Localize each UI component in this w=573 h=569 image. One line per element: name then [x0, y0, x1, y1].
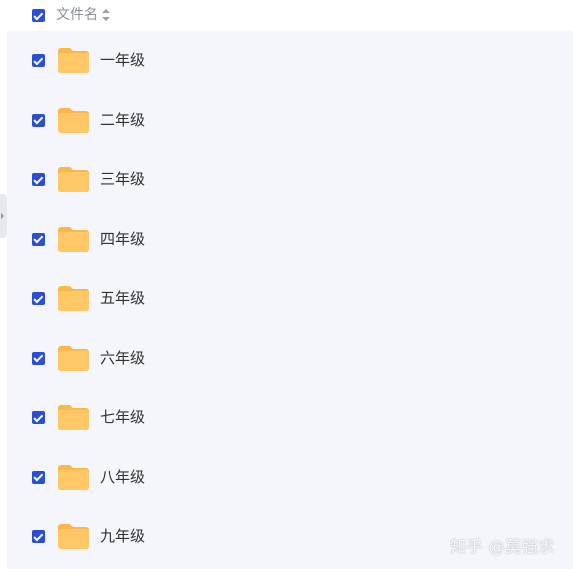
file-name[interactable]: 五年级 [100, 288, 145, 308]
name-column-label: 文件名 [56, 7, 98, 23]
collapse-sidebar-handle[interactable] [0, 194, 7, 238]
row-checkbox[interactable] [32, 530, 45, 543]
list-header: 文件名 [0, 0, 573, 30]
file-list: 一年级 二年级 三年级 四年级 五年级 六年级 七年级 八年级 九年级 [7, 31, 573, 569]
file-name[interactable]: 二年级 [100, 110, 145, 130]
watermark-text: 知乎 @莫强求 [450, 537, 555, 556]
row-checkbox[interactable] [32, 113, 45, 127]
folder-icon [58, 226, 89, 252]
file-name[interactable]: 八年级 [100, 467, 145, 487]
folder-icon [58, 405, 89, 430]
row-checkbox[interactable] [32, 232, 45, 246]
list-item[interactable]: 七年级 [7, 395, 573, 439]
file-browser: 文件名 一年级 二年级 三年级 四年级 五年级 六年级 七年级 八年级 九年级 … [0, 0, 573, 569]
row-checkbox[interactable] [32, 292, 45, 305]
file-name[interactable]: 七年级 [100, 407, 145, 427]
list-item[interactable]: 三年级 [7, 157, 573, 201]
row-checkbox[interactable] [32, 470, 45, 484]
name-column-header[interactable]: 文件名 [56, 6, 110, 24]
list-item[interactable]: 一年级 [7, 38, 573, 82]
folder-icon [58, 286, 89, 311]
row-checkbox[interactable] [32, 54, 45, 67]
file-name[interactable]: 三年级 [100, 169, 145, 189]
folder-icon [58, 107, 89, 133]
file-name[interactable]: 四年级 [100, 229, 145, 249]
folder-icon [58, 48, 89, 73]
folder-icon [58, 464, 89, 490]
list-item[interactable]: 六年级 [7, 336, 573, 380]
select-all-checkbox[interactable] [32, 9, 45, 22]
folder-icon [58, 167, 89, 192]
file-name[interactable]: 六年级 [100, 348, 145, 368]
sort-toggle-icon[interactable] [102, 9, 110, 21]
folder-icon [58, 524, 89, 549]
file-name[interactable]: 一年级 [100, 50, 145, 70]
row-checkbox[interactable] [32, 411, 45, 424]
file-name[interactable]: 九年级 [100, 526, 145, 546]
list-item[interactable]: 二年级 [7, 98, 573, 142]
list-item[interactable]: 八年级 [7, 455, 573, 499]
list-item[interactable]: 五年级 [7, 276, 573, 320]
row-checkbox[interactable] [32, 173, 45, 186]
row-checkbox[interactable] [32, 351, 45, 365]
folder-icon [58, 345, 89, 371]
list-item[interactable]: 四年级 [7, 217, 573, 261]
